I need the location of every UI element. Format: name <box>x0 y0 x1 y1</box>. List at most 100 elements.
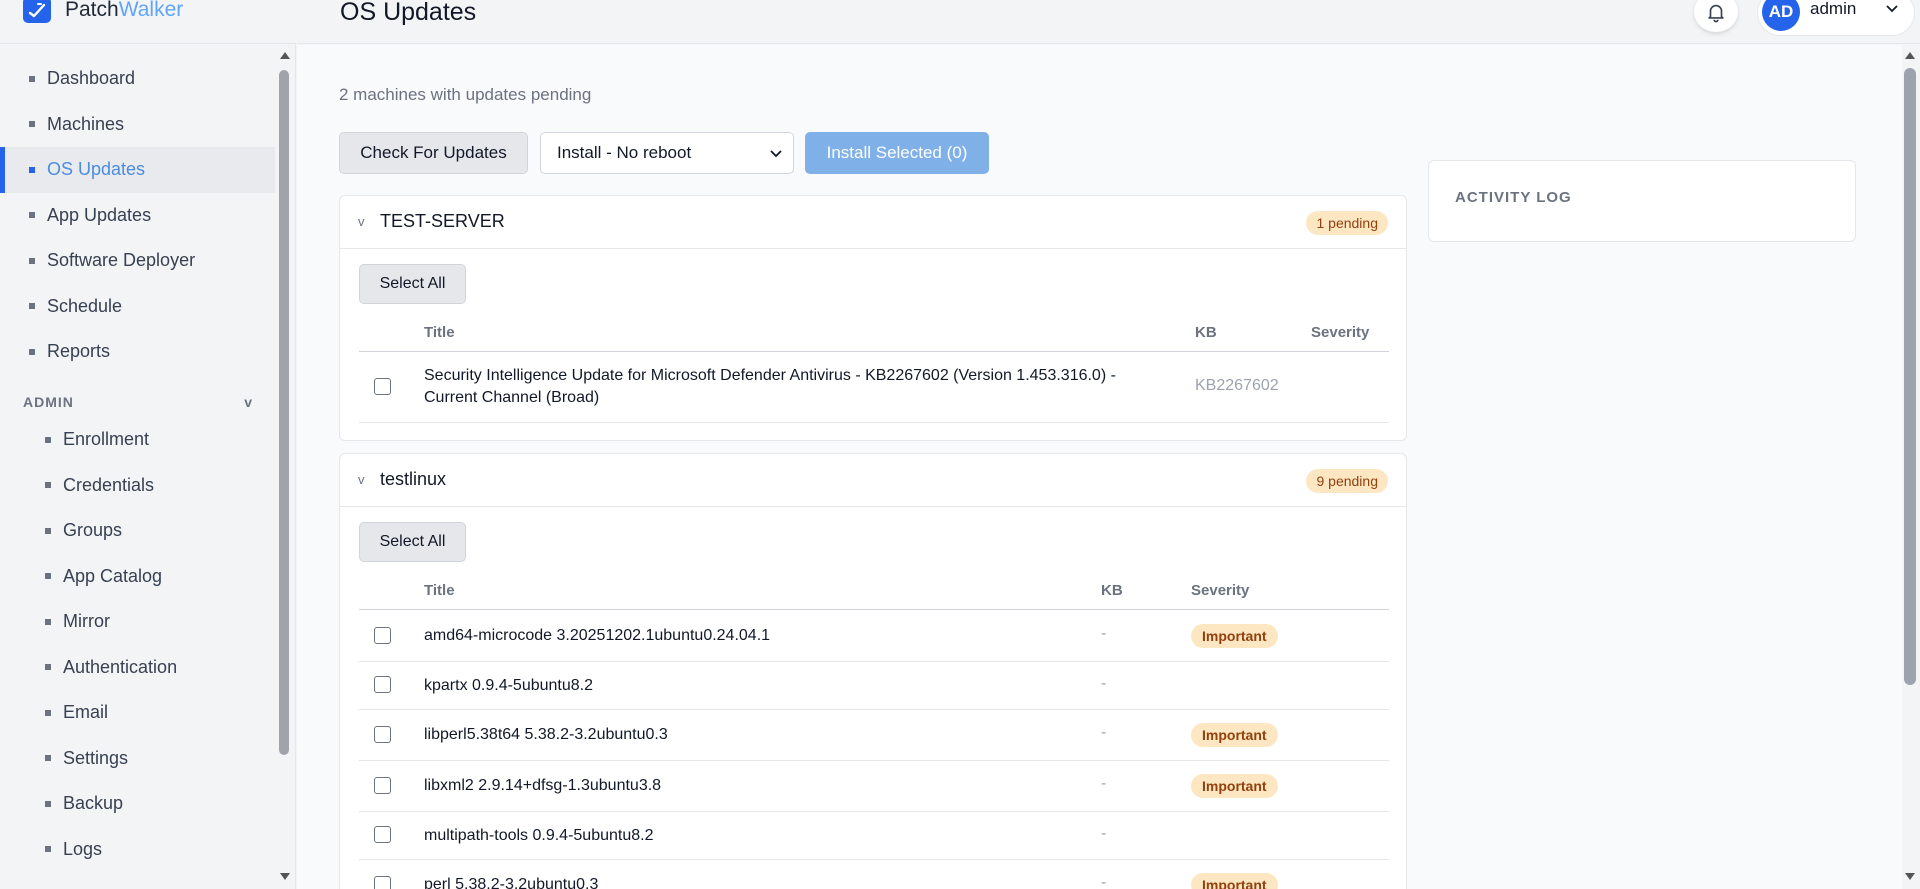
nav-item-label: Machines <box>47 113 125 134</box>
nav-item-label: Dashboard <box>47 68 136 89</box>
collapse-toggle[interactable]: v <box>358 214 365 229</box>
nav-item-credentials[interactable]: Credentials <box>0 463 275 509</box>
nav-item-logs[interactable]: Logs <box>0 827 275 873</box>
sidebar-scroll-down-icon[interactable] <box>280 873 290 880</box>
bullet-icon <box>29 212 35 219</box>
brand[interactable]: PatchWalker <box>0 0 296 44</box>
update-title: libperl5.38t64 5.38.2-3.2ubuntu0.3 <box>424 726 668 743</box>
update-kb: - <box>1101 625 1107 642</box>
table-row: multipath-tools 0.9.4-5ubuntu8.2 - <box>359 812 1389 860</box>
sidebar: PatchWalker Dashboard Machines OS Update… <box>0 0 296 889</box>
select-all-button[interactable]: Select All <box>359 264 466 304</box>
bullet-icon <box>29 303 35 310</box>
page-title: OS Updates <box>340 0 477 26</box>
row-checkbox[interactable] <box>374 726 391 743</box>
table-row: libperl5.38t64 5.38.2-3.2ubuntu0.3 - Imp… <box>359 710 1389 761</box>
install-mode-value: Install - No reboot <box>557 143 692 162</box>
select-all-button[interactable]: Select All <box>359 522 466 562</box>
pending-badge: 9 pending <box>1306 469 1388 493</box>
install-selected-button[interactable]: Install Selected (0) <box>805 132 989 174</box>
column-severity: Severity <box>1191 582 1250 599</box>
nav-item-settings[interactable]: Settings <box>0 736 275 782</box>
admin-section-toggle[interactable]: v <box>244 394 253 410</box>
row-checkbox[interactable] <box>374 826 391 843</box>
update-title-line: Current Channel (Broad) <box>424 389 600 406</box>
sidebar-scroll-up-icon[interactable] <box>280 52 290 59</box>
severity-badge: Important <box>1191 624 1278 648</box>
nav-item-schedule[interactable]: Schedule <box>0 284 275 330</box>
update-title-line: Security Intelligence Update for Microso… <box>424 367 1116 384</box>
user-menu[interactable]: AD admin <box>1757 0 1915 36</box>
brand-name: PatchWalker <box>65 0 183 22</box>
bullet-icon <box>45 846 51 853</box>
nav-item-label: Settings <box>63 747 129 768</box>
severity-badge: Important <box>1191 723 1278 747</box>
update-title: Security Intelligence Update for Microso… <box>424 365 1116 409</box>
machine-card-test-server: v TEST-SERVER 1 pending Select All Title… <box>339 195 1407 441</box>
nav-item-os-updates[interactable]: OS Updates <box>0 147 275 193</box>
update-title: multipath-tools 0.9.4-5ubuntu8.2 <box>424 827 654 844</box>
bullet-icon <box>45 527 51 534</box>
column-kb: KB <box>1101 582 1123 599</box>
nav-item-dashboard[interactable]: Dashboard <box>0 56 275 102</box>
install-mode-select[interactable]: Install - No reboot <box>540 132 794 174</box>
nav-item-app-catalog[interactable]: App Catalog <box>0 554 275 600</box>
nav-item-email[interactable]: Email <box>0 690 275 736</box>
row-checkbox[interactable] <box>374 876 391 889</box>
update-kb: KB2267602 <box>1195 377 1279 394</box>
bullet-icon <box>45 436 51 443</box>
main-scroll-down-icon[interactable] <box>1905 873 1915 880</box>
bullet-icon <box>45 618 51 625</box>
collapse-toggle[interactable]: v <box>358 472 365 487</box>
table-row: perl 5.38.2-3.2ubuntu0.3 - Important <box>359 860 1389 889</box>
bullet-icon <box>29 75 35 82</box>
bullet-icon <box>45 709 51 716</box>
nav-item-label: Email <box>63 702 109 723</box>
machine-card-testlinux: v testlinux 9 pending Select All Title K… <box>339 453 1407 889</box>
machine-card-header[interactable]: v testlinux 9 pending <box>340 454 1406 507</box>
avatar: AD <box>1762 0 1800 31</box>
nav-item-label: Credentials <box>63 474 155 495</box>
pending-summary: 2 machines with updates pending <box>339 85 592 104</box>
activity-log-title: ACTIVITY LOG <box>1455 189 1572 206</box>
nav-item-backup[interactable]: Backup <box>0 781 275 827</box>
nav-item-enrollment[interactable]: Enrollment <box>0 417 275 463</box>
nav-item-machines[interactable]: Machines <box>0 102 275 148</box>
sidebar-scrollbar-thumb[interactable] <box>279 70 289 755</box>
table-row: amd64-microcode 3.20251202.1ubuntu0.24.0… <box>359 611 1389 662</box>
bell-icon <box>1708 4 1724 23</box>
row-checkbox[interactable] <box>374 627 391 644</box>
nav-item-label: OS Updates <box>47 159 146 180</box>
machine-card-header[interactable]: v TEST-SERVER 1 pending <box>340 196 1406 249</box>
row-checkbox[interactable] <box>374 378 391 395</box>
main-scroll-up-icon[interactable] <box>1905 52 1915 59</box>
top-header: OS Updates AD admin <box>297 0 1920 44</box>
nav-item-mirror[interactable]: Mirror <box>0 599 275 645</box>
nav-item-groups[interactable]: Groups <box>0 508 275 554</box>
admin-section-label: ADMIN <box>23 394 74 410</box>
nav-item-label: Logs <box>63 838 103 859</box>
admin-section-header[interactable]: ADMIN v <box>23 394 253 410</box>
nav-item-label: Authentication <box>63 656 178 677</box>
notifications-button[interactable] <box>1694 0 1738 32</box>
nav-item-authentication[interactable]: Authentication <box>0 645 275 691</box>
nav-item-app-updates[interactable]: App Updates <box>0 193 275 239</box>
user-name: admin <box>1810 0 1857 18</box>
table-header: Title KB Severity <box>359 314 1389 352</box>
update-kb: - <box>1101 724 1107 741</box>
logo-icon <box>23 0 51 23</box>
nav-item-label: App Catalog <box>63 565 163 586</box>
machine-name: TEST-SERVER <box>380 211 505 231</box>
nav-item-software-deployer[interactable]: Software Deployer <box>0 238 275 284</box>
row-checkbox[interactable] <box>374 777 391 794</box>
severity-badge: Important <box>1191 873 1278 889</box>
nav-item-reports[interactable]: Reports <box>0 329 275 375</box>
brand-name-part2: Walker <box>118 0 184 21</box>
table-row: kpartx 0.9.4-5ubuntu8.2 - <box>359 662 1389 710</box>
main-scrollbar-thumb[interactable] <box>1904 68 1916 685</box>
column-severity: Severity <box>1311 324 1370 341</box>
bullet-icon <box>45 800 51 807</box>
main-nav: Dashboard Machines OS Updates App Update… <box>0 56 275 375</box>
row-checkbox[interactable] <box>374 676 391 693</box>
check-for-updates-button[interactable]: Check For Updates <box>339 132 528 174</box>
